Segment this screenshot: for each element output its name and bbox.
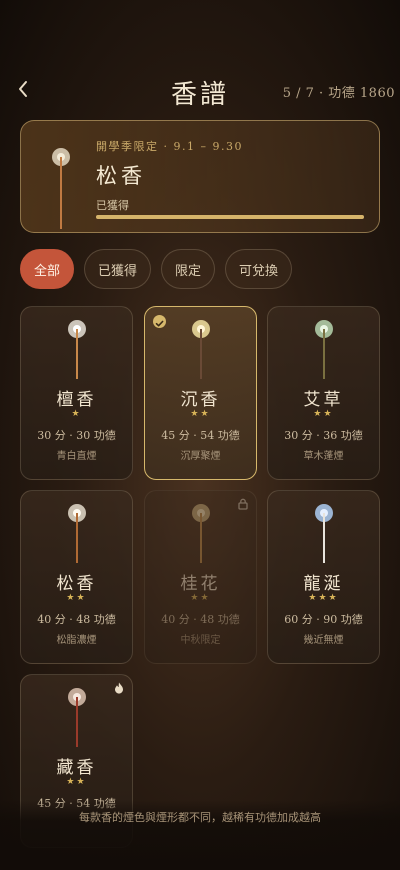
- rarity-stars: ★: [71, 409, 82, 419]
- incense-card-mugwort[interactable]: 艾草 ★★ 30 分 · 36 功德 草木蓬煙: [267, 306, 380, 480]
- tab-owned[interactable]: 已獲得: [84, 249, 152, 289]
- incense-description: 草木蓬煙: [303, 451, 344, 462]
- footer-note: 每款香的煙色與煙形都不同，越稀有功德加成越高: [79, 811, 321, 824]
- incense-stats: 60 分 · 90 功德: [284, 613, 363, 626]
- tab-redeemable[interactable]: 可兌換: [225, 249, 293, 289]
- featured-label: 開學季限定 · 9.1 – 9.30: [96, 140, 243, 153]
- incense-stick-icon: [68, 504, 86, 563]
- flame-icon: [115, 682, 123, 694]
- incense-description: 幾近無煙: [303, 635, 344, 646]
- collection-progress: 5 / 7 · 功德 1860: [282, 86, 395, 101]
- incense-stick-icon: [68, 320, 86, 379]
- incense-card-osmanthus[interactable]: 桂花 ★★ 40 分 · 48 功德 中秋限定: [144, 490, 257, 664]
- incense-stick-icon: [315, 504, 333, 563]
- incense-stick-icon: [192, 320, 210, 379]
- incense-name: 艾草: [303, 390, 344, 410]
- rarity-stars: ★★: [66, 593, 87, 603]
- incense-stats: 40 分 · 48 功德: [37, 613, 116, 626]
- featured-incense-card[interactable]: 開學季限定 · 9.1 – 9.30 松香 已獲得: [20, 120, 380, 233]
- featured-name: 松香: [96, 164, 146, 188]
- incense-card-sandalwood[interactable]: 檀香 ★ 30 分 · 30 功德 青白直煙: [20, 306, 133, 480]
- incense-stick-icon: [68, 688, 86, 747]
- rarity-stars: ★★★: [308, 593, 339, 603]
- incense-card-pine[interactable]: 松香 ★★ 40 分 · 48 功德 松脂濃煙: [20, 490, 133, 664]
- incense-description: 中秋限定: [180, 635, 221, 646]
- featured-progress-fill: [96, 215, 364, 219]
- incense-name: 松香: [56, 574, 97, 594]
- incense-description: 松脂濃煙: [56, 635, 97, 646]
- filter-tabs: 全部 已獲得 限定 可兌換: [20, 249, 293, 289]
- lock-icon: [238, 498, 248, 510]
- incense-stats: 30 分 · 36 功德: [284, 429, 363, 442]
- incense-name: 藏香: [56, 758, 97, 778]
- incense-stick-icon: [315, 320, 333, 379]
- tab-limited[interactable]: 限定: [161, 249, 216, 289]
- selected-check-icon: [153, 315, 166, 328]
- featured-progress-bar: [96, 215, 364, 219]
- incense-stick-icon: [192, 504, 210, 563]
- incense-description: 沉厚聚煙: [180, 451, 221, 462]
- incense-card-agarwood[interactable]: 沉香 ★★ 45 分 · 54 功德 沉厚聚煙: [144, 306, 257, 480]
- incense-name: 檀香: [56, 390, 97, 410]
- incense-stats: 40 分 · 48 功德: [161, 613, 240, 626]
- rarity-stars: ★★: [66, 777, 87, 787]
- incense-card-ambergris[interactable]: 龍涎 ★★★ 60 分 · 90 功德 幾近無煙: [267, 490, 380, 664]
- header: 香譜 5 / 7 · 功德 1860: [0, 74, 400, 110]
- incense-name: 沉香: [180, 390, 221, 410]
- featured-incense-stick-icon: [52, 148, 70, 229]
- incense-stats: 30 分 · 30 功德: [37, 429, 116, 442]
- featured-status: 已獲得: [96, 199, 129, 212]
- tab-all[interactable]: 全部: [20, 249, 75, 289]
- rarity-stars: ★★: [313, 409, 334, 419]
- incense-name: 龍涎: [303, 574, 344, 594]
- incense-name: 桂花: [180, 574, 221, 594]
- incense-stats: 45 分 · 54 功德: [161, 429, 240, 442]
- rarity-stars: ★★: [190, 409, 211, 419]
- rarity-stars: ★★: [190, 593, 211, 603]
- incense-description: 青白直煙: [56, 451, 97, 462]
